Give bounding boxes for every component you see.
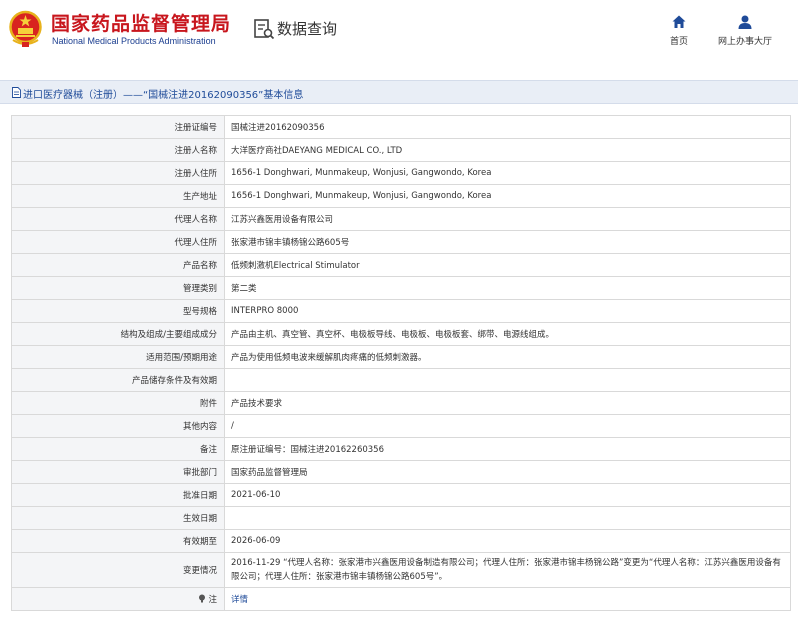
row-value: 张家港市锦丰镇杨锦公路605号 [224,230,791,254]
row-value: 产品技术要求 [224,391,791,415]
row-label: 备注 [11,437,225,461]
row-label: 变更情况 [11,552,225,588]
table-row: 附件 产品技术要求 [11,391,791,415]
table-row: 有效期至 2026-06-09 [11,529,791,553]
row-label: 管理类别 [11,276,225,300]
row-label: 其他内容 [11,414,225,438]
page-section-title: 数据查询 [277,20,338,38]
row-label: 生效日期 [11,506,225,530]
row-label: 注册人名称 [11,138,225,162]
table-row: 管理类别 第二类 [11,276,791,300]
row-value: 江苏兴鑫医用设备有限公司 [224,207,791,231]
row-label-note: 注 [11,587,225,611]
header: 国家药品监督管理局 National Medical Products Admi… [0,0,798,60]
row-value: 大洋医疗商社DAEYANG MEDICAL CO., LTD [224,138,791,162]
table-row: 型号规格 INTERPRO 8000 [11,299,791,323]
row-value: INTERPRO 8000 [224,299,791,323]
row-label: 产品名称 [11,253,225,277]
row-label: 审批部门 [11,460,225,484]
row-label: 附件 [11,391,225,415]
data-query-icon [254,19,275,40]
row-label: 结构及组成/主要组成成分 [11,322,225,346]
row-value: 国械注进20162090356 [224,115,791,139]
row-value [224,506,791,530]
table-row: 产品名称 低频刺激机Electrical Stimulator [11,253,791,277]
row-value: 产品为使用低频电波来缓解肌肉疼痛的低频刺激器。 [224,345,791,369]
user-icon [738,15,752,29]
details-link[interactable]: 详情 [231,595,248,605]
detail-title: 进口医疗器械（注册）——“国械注进20162090356”基本信息 [23,90,304,101]
row-value: 详情 [224,587,791,611]
detail-table: 注册证编号 国械注进20162090356 注册人名称 大洋医疗商社DAEYAN… [11,115,791,611]
table-row: 代理人住所 张家港市锦丰镇杨锦公路605号 [11,230,791,254]
row-value: 低频刺激机Electrical Stimulator [224,253,791,277]
national-emblem-icon [9,10,42,47]
row-label: 注册人住所 [11,161,225,185]
site-title-cn: 国家药品监督管理局 [51,13,232,35]
row-value: 1656-1 Donghwari, Munmakeup, Wonjusi, Ga… [224,161,791,185]
home-icon [672,15,686,28]
row-value: 产品由主机、真空管、真空杯、电极板导线、电极板、电极板套、绑带、电源线组成。 [224,322,791,346]
row-label: 代理人住所 [11,230,225,254]
row-label: 生产地址 [11,184,225,208]
nav-online-hall[interactable]: 网上办事大厅 [715,14,775,47]
table-row: 注册证编号 国械注进20162090356 [11,115,791,139]
row-label: 产品储存条件及有效期 [11,368,225,392]
row-value: 第二类 [224,276,791,300]
nav-home[interactable]: 首页 [664,14,694,47]
row-value [224,368,791,392]
row-label: 有效期至 [11,529,225,553]
table-row: 注册人住所 1656-1 Donghwari, Munmakeup, Wonju… [11,161,791,185]
note-icon [199,594,206,603]
row-value: / [224,414,791,438]
row-label: 代理人名称 [11,207,225,231]
row-value: 2026-06-09 [224,529,791,553]
table-row: 注册人名称 大洋医疗商社DAEYANG MEDICAL CO., LTD [11,138,791,162]
row-value: 国家药品监督管理局 [224,460,791,484]
table-row: 适用范围/预期用途 产品为使用低频电波来缓解肌肉疼痛的低频刺激器。 [11,345,791,369]
table-row: 其他内容 / [11,414,791,438]
row-value: 2021-06-10 [224,483,791,507]
row-label: 注册证编号 [11,115,225,139]
row-label: 适用范围/预期用途 [11,345,225,369]
row-label: 型号规格 [11,299,225,323]
row-value: 1656-1 Donghwari, Munmakeup, Wonjusi, Ga… [224,184,791,208]
table-row: 结构及组成/主要组成成分 产品由主机、真空管、真空杯、电极板导线、电极板、电极板… [11,322,791,346]
row-label: 批准日期 [11,483,225,507]
table-row: 生效日期 [11,506,791,530]
document-icon [12,87,21,98]
row-value: 2016-11-29 “代理人名称：张家港市兴鑫医用设备制造有限公司；代理人住所… [224,552,791,588]
table-row: 变更情况 2016-11-29 “代理人名称：张家港市兴鑫医用设备制造有限公司；… [11,552,791,588]
site-title-en: National Medical Products Administration [52,36,216,46]
table-row: 批准日期 2021-06-10 [11,483,791,507]
table-row: 代理人名称 江苏兴鑫医用设备有限公司 [11,207,791,231]
table-row: 注 详情 [11,587,791,611]
table-row: 生产地址 1656-1 Donghwari, Munmakeup, Wonjus… [11,184,791,208]
table-row: 备注 原注册证编号：国械注进20162260356 [11,437,791,461]
table-row: 产品储存条件及有效期 [11,368,791,392]
nav-online-hall-label: 网上办事大厅 [717,37,772,47]
nav-home-label: 首页 [669,37,688,47]
table-row: 审批部门 国家药品监督管理局 [11,460,791,484]
note-label: 注 [208,595,217,605]
detail-title-bar: 进口医疗器械（注册）——“国械注进20162090356”基本信息 [0,80,798,104]
row-value: 原注册证编号：国械注进20162260356 [224,437,791,461]
